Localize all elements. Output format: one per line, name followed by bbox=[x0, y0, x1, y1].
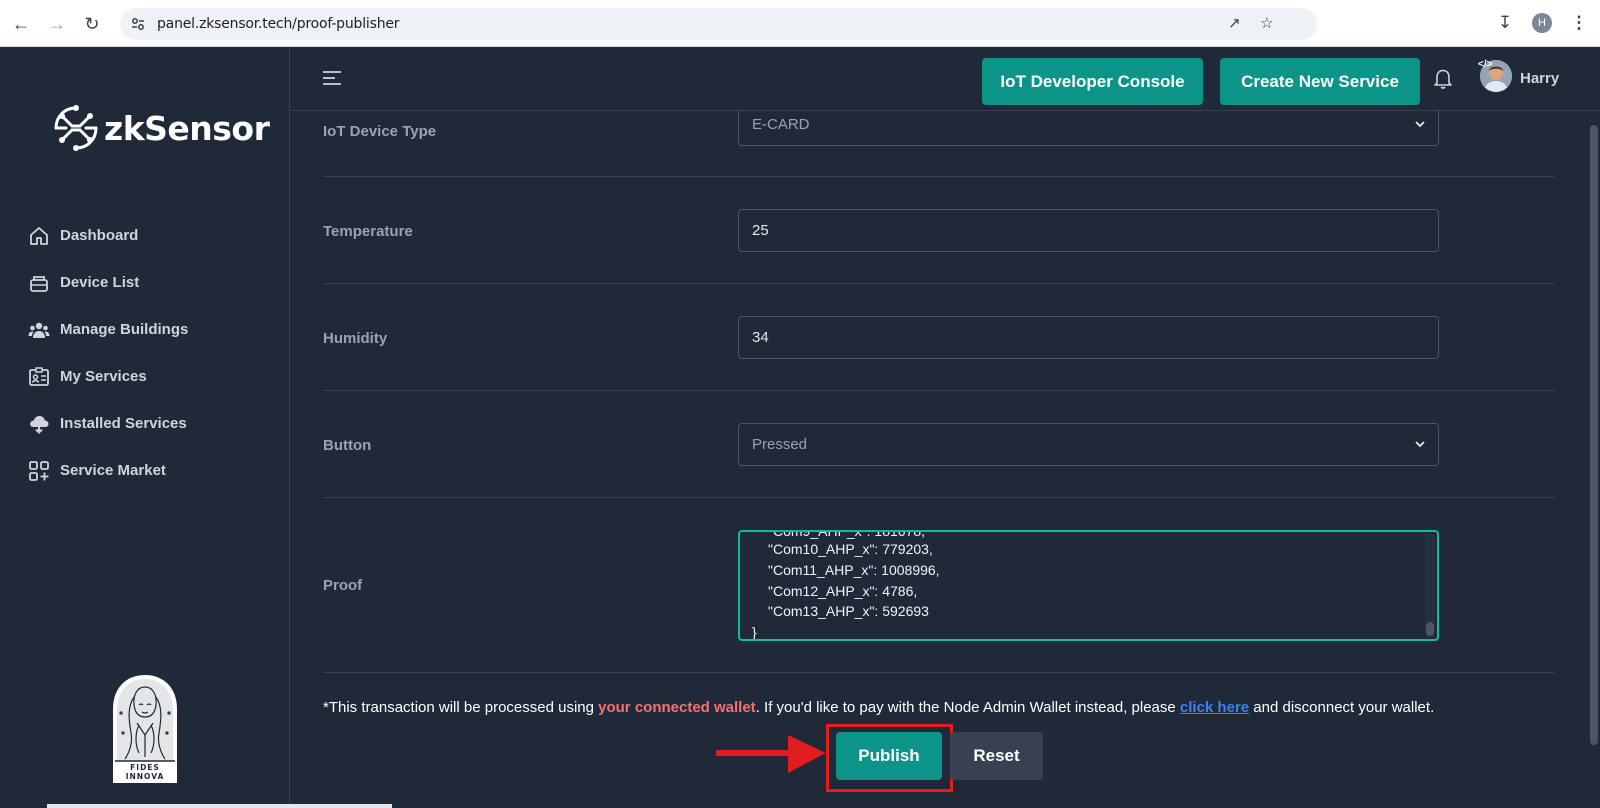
forward-icon[interactable]: → bbox=[45, 12, 69, 36]
apps-add-icon bbox=[29, 460, 49, 481]
annotation-arrow bbox=[716, 735, 826, 773]
button-row: Button Pressed bbox=[323, 391, 1555, 498]
sidebar-item-label: Manage Buildings bbox=[60, 321, 189, 338]
proof-line: "Com13_AHP_x": 592693 bbox=[768, 603, 929, 619]
sidebar-item-service-market[interactable]: Service Market bbox=[28, 447, 188, 494]
sidebar-nav: Dashboard Device List Manage Buildings M… bbox=[28, 212, 188, 494]
chevron-down-icon bbox=[1415, 121, 1425, 128]
iot-developer-console-button[interactable]: IoT Developer Console bbox=[982, 58, 1203, 105]
page-scrollbar-thumb[interactable] bbox=[1590, 125, 1598, 745]
user-name[interactable]: Harry bbox=[1520, 70, 1559, 87]
proof-publisher-form: IoT Device Type E-CARD Temperature 25 Hu… bbox=[291, 103, 1600, 808]
notification-bell-icon[interactable] bbox=[1432, 67, 1454, 89]
sidebar: zkSensor Dashboard Device List Manage Bu… bbox=[0, 47, 290, 808]
horizontal-scrollbar-thumb[interactable] bbox=[47, 804, 392, 808]
click-here-link[interactable]: click here bbox=[1180, 699, 1249, 716]
proof-line: } bbox=[752, 624, 757, 640]
create-new-service-button[interactable]: Create New Service bbox=[1220, 58, 1420, 105]
url-text: panel.zksensor.tech/proof-publisher bbox=[157, 16, 400, 32]
notice-highlight: your connected wallet bbox=[598, 699, 756, 716]
temperature-input[interactable]: 25 bbox=[738, 209, 1439, 252]
humidity-row: Humidity 34 bbox=[323, 284, 1555, 391]
button-state-value: Pressed bbox=[752, 436, 808, 453]
cloud-download-icon bbox=[30, 415, 49, 434]
temperature-label: Temperature bbox=[323, 223, 413, 240]
browser-toolbar: ← → ↻ panel.zksensor.tech/proof-publishe… bbox=[0, 0, 1600, 47]
zksensor-logo-icon bbox=[54, 105, 98, 151]
sidebar-item-device-list[interactable]: Device List bbox=[28, 259, 188, 306]
proof-label: Proof bbox=[323, 577, 363, 594]
sidebar-item-my-services[interactable]: My Services bbox=[28, 353, 188, 400]
proof-line: "Com12_AHP_x": 4786, bbox=[768, 583, 918, 599]
proof-line: "Com10_AHP_x": 779203, bbox=[768, 541, 933, 557]
hamburger-menu-icon[interactable] bbox=[321, 67, 343, 89]
publish-button[interactable]: Publish bbox=[836, 732, 942, 780]
home-icon bbox=[30, 226, 48, 245]
svg-text:INNOVA: INNOVA bbox=[126, 772, 165, 781]
id-card-icon bbox=[29, 366, 49, 386]
brand-name: zkSensor bbox=[104, 108, 270, 148]
download-icon[interactable]: ↧ bbox=[1494, 12, 1516, 34]
proof-textarea[interactable]: "Com9_AHP_x": 181678, "Com10_AHP_x": 779… bbox=[738, 530, 1439, 641]
temperature-row: Temperature 25 bbox=[323, 177, 1555, 284]
proof-row: Proof "Com9_AHP_x": 181678, "Com10_AHP_x… bbox=[323, 498, 1555, 673]
button-label: Button bbox=[323, 437, 372, 454]
proof-scrollbar-thumb[interactable] bbox=[1426, 622, 1434, 636]
browser-menu-icon[interactable]: ⋮ bbox=[1568, 12, 1590, 34]
sidebar-item-manage-buildings[interactable]: Manage Buildings bbox=[28, 306, 188, 353]
address-bar[interactable]: panel.zksensor.tech/proof-publisher ↗ ☆ bbox=[120, 8, 1317, 40]
chevron-down-icon bbox=[1415, 441, 1425, 448]
reload-icon[interactable]: ↻ bbox=[80, 12, 104, 36]
sidebar-item-label: Service Market bbox=[60, 462, 166, 479]
back-icon[interactable]: ← bbox=[9, 12, 33, 36]
svg-text:FIDES: FIDES bbox=[130, 763, 160, 772]
sidebar-item-label: Installed Services bbox=[60, 415, 187, 432]
users-icon bbox=[28, 322, 50, 338]
page-scrollbar[interactable] bbox=[1588, 111, 1600, 808]
humidity-label: Humidity bbox=[323, 330, 388, 347]
bookmark-star-icon[interactable]: ☆ bbox=[1260, 8, 1273, 40]
fides-innova-logo: FIDES INNOVA bbox=[113, 675, 177, 783]
notice-suffix: and disconnect your wallet. bbox=[1249, 699, 1435, 716]
device-type-value: E-CARD bbox=[752, 116, 810, 133]
sidebar-item-dashboard[interactable]: Dashboard bbox=[28, 212, 188, 259]
notice-middle: . If you'd like to pay with the Node Adm… bbox=[755, 699, 1180, 716]
notice-prefix: *This transaction will be processed usin… bbox=[323, 699, 599, 716]
developer-code-icon: </> bbox=[1478, 59, 1493, 70]
proof-line: "Com11_AHP_x": 1008996, bbox=[768, 562, 940, 578]
sidebar-item-label: My Services bbox=[60, 368, 147, 385]
top-header: IoT Developer Console Create New Service… bbox=[291, 47, 1600, 111]
humidity-input[interactable]: 34 bbox=[738, 316, 1439, 359]
device-type-label: IoT Device Type bbox=[323, 123, 437, 140]
browser-profile-avatar[interactable]: H bbox=[1532, 13, 1552, 33]
brand-logo[interactable]: zkSensor bbox=[50, 102, 270, 154]
proof-line: "Com9_AHP_x": 181678, bbox=[768, 530, 926, 539]
button-state-select[interactable]: Pressed bbox=[738, 423, 1439, 466]
wallet-notice: *This transaction will be processed usin… bbox=[323, 699, 1434, 716]
site-info-icon[interactable] bbox=[130, 8, 146, 40]
sidebar-item-installed-services[interactable]: Installed Services bbox=[28, 400, 188, 447]
sidebar-item-label: Dashboard bbox=[60, 227, 139, 244]
open-in-app-icon[interactable]: ↗ bbox=[1228, 8, 1241, 40]
reset-button[interactable]: Reset bbox=[950, 732, 1043, 780]
device-icon bbox=[30, 275, 48, 292]
sidebar-item-label: Device List bbox=[60, 274, 140, 291]
